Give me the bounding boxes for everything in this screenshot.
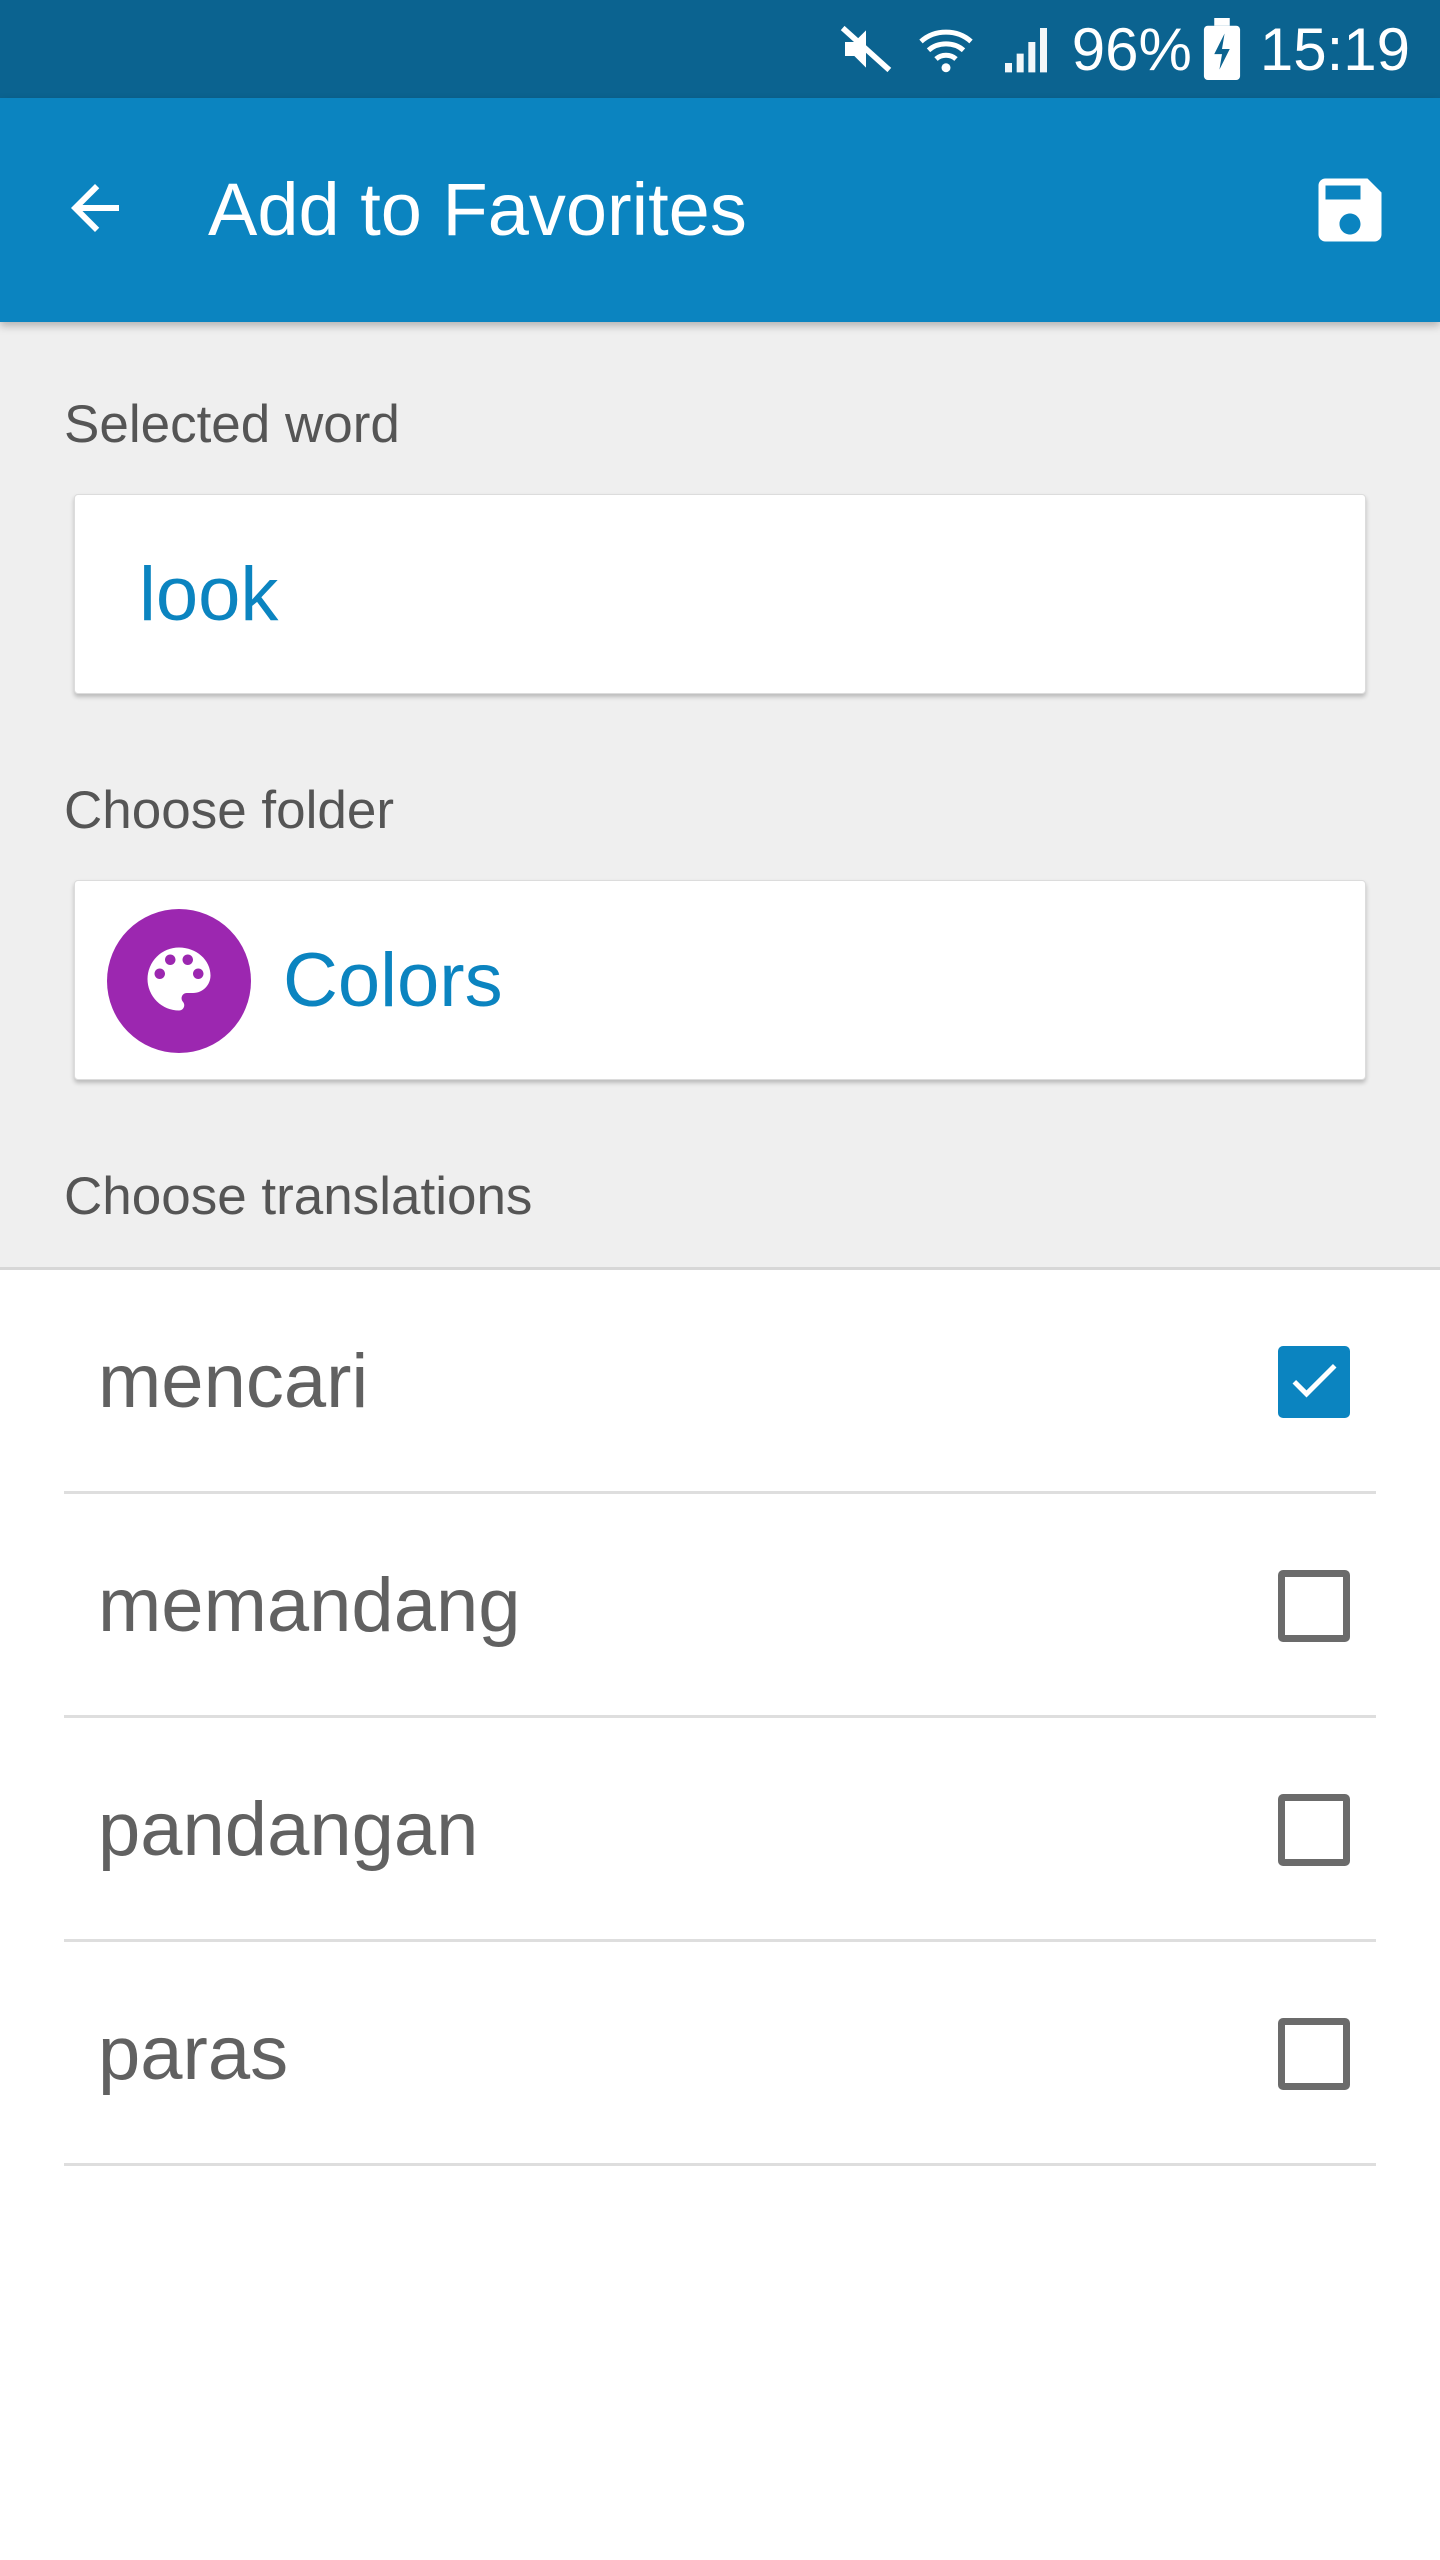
signal-icon	[998, 21, 1054, 77]
selected-word-label: Selected word	[64, 395, 400, 454]
translation-row[interactable]: pandangan	[64, 1718, 1376, 1942]
translation-checkbox[interactable]	[1278, 1346, 1350, 1418]
translation-label: pandangan	[98, 1787, 479, 1872]
back-button[interactable]	[50, 170, 140, 250]
wifi-icon	[916, 19, 976, 79]
battery-charging-icon	[1202, 18, 1242, 80]
palette-icon	[137, 937, 221, 1026]
mute-icon	[838, 21, 894, 77]
translation-checkbox[interactable]	[1278, 1570, 1350, 1642]
selected-word-value: look	[139, 552, 279, 637]
translation-row[interactable]: mencari	[64, 1270, 1376, 1494]
translation-row[interactable]: memandang	[64, 1494, 1376, 1718]
selected-word-field[interactable]: look	[74, 494, 1366, 694]
translation-checkbox[interactable]	[1278, 1794, 1350, 1866]
translation-row[interactable]: paras	[64, 1942, 1376, 2166]
translations-list: mencari memandang pandangan paras	[64, 1270, 1376, 2166]
choose-translations-label: Choose translations	[64, 1167, 533, 1226]
form-area: Selected word look Choose folder Colors …	[0, 322, 1440, 1270]
app-bar: Add to Favorites	[0, 98, 1440, 322]
arrow-back-icon	[59, 172, 131, 249]
battery-percent: 96%	[1071, 15, 1192, 83]
status-bar: 96% 15:19	[0, 0, 1440, 98]
translation-label: paras	[98, 2011, 289, 2096]
translation-label: memandang	[98, 1563, 521, 1648]
folder-avatar	[107, 909, 251, 1053]
page-title: Add to Favorites	[208, 168, 747, 251]
folder-selector[interactable]: Colors	[74, 880, 1366, 1080]
check-icon	[1284, 1350, 1344, 1415]
choose-folder-label: Choose folder	[64, 781, 394, 840]
save-button[interactable]	[1308, 170, 1392, 254]
save-icon	[1308, 168, 1392, 257]
clock: 15:19	[1259, 15, 1410, 83]
translation-label: mencari	[98, 1339, 369, 1424]
folder-name: Colors	[283, 938, 503, 1023]
translation-checkbox[interactable]	[1278, 2018, 1350, 2090]
